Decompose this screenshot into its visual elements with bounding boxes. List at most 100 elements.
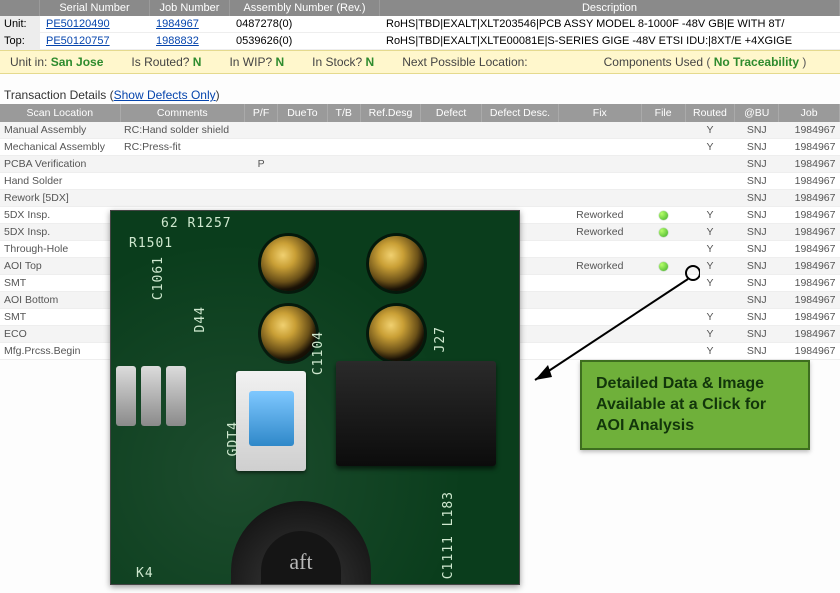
table-cell: [641, 139, 685, 156]
pcb-silkscreen: GDT4: [226, 421, 241, 456]
pcb-silkscreen: J27: [433, 326, 448, 352]
col-fix: Fix: [559, 104, 642, 122]
table-cell: [481, 139, 558, 156]
table-cell: [360, 139, 421, 156]
col-scan: Scan Location: [0, 104, 120, 122]
table-cell: [685, 173, 735, 190]
job-link[interactable]: 1988832: [156, 35, 199, 47]
table-cell: [421, 122, 482, 139]
assembly-cell: 0487278(0): [230, 16, 380, 33]
pcb-component: [336, 361, 496, 466]
col-dd: Defect Desc.: [481, 104, 558, 122]
pcb-image[interactable]: aft 62 R1257 C1061 R1501 D44 C1104 J27 G…: [110, 210, 520, 585]
col-file: File: [641, 104, 685, 122]
table-cell: Mfg.Prcss.Begin: [0, 343, 120, 360]
pcb-component-body: [249, 391, 294, 446]
table-cell: [641, 241, 685, 258]
table-cell: PCBA Verification: [0, 156, 120, 173]
table-cell: 1984967: [779, 292, 840, 309]
job-link-cell: 1988832: [150, 33, 230, 50]
table-cell: [327, 122, 360, 139]
header-table: Serial Number Job Number Assembly Number…: [0, 0, 840, 50]
table-cell: 1984967: [779, 122, 840, 139]
paren-close: ): [802, 55, 806, 69]
header-col-desc: Description: [380, 0, 840, 16]
table-cell: Y: [685, 139, 735, 156]
show-defects-link[interactable]: Show Defects Only: [114, 88, 216, 102]
table-cell: SNJ: [735, 207, 779, 224]
serial-link-cell: PE50120757: [40, 33, 150, 50]
table-row[interactable]: Rework [5DX]SNJ1984967: [0, 190, 840, 207]
routed-label: Is Routed?: [131, 55, 189, 69]
table-cell: SNJ: [735, 241, 779, 258]
col-job: Job: [779, 104, 840, 122]
table-cell: [641, 207, 685, 224]
table-cell: Mechanical Assembly: [0, 139, 120, 156]
table-cell: [641, 275, 685, 292]
table-cell: 1984967: [779, 275, 840, 292]
table-cell: [360, 122, 421, 139]
table-row[interactable]: PCBA VerificationPSNJ1984967: [0, 156, 840, 173]
table-row[interactable]: Hand SolderSNJ1984967: [0, 173, 840, 190]
table-cell: [641, 224, 685, 241]
callout-text: Detailed Data & Image Available at a Cli…: [596, 375, 766, 434]
table-cell: Hand Solder: [0, 173, 120, 190]
table-cell: SNJ: [735, 139, 779, 156]
table-cell: Rework [5DX]: [0, 190, 120, 207]
pcb-connector-pin: [166, 366, 186, 426]
table-cell: [120, 156, 245, 173]
table-cell: [559, 309, 642, 326]
status-dot-icon[interactable]: [659, 228, 668, 237]
next-loc-label: Next Possible Location:: [402, 55, 527, 69]
header-col-job: Job Number: [150, 0, 230, 16]
table-cell: [685, 156, 735, 173]
transaction-title: Transaction Details (Show Defects Only): [4, 88, 840, 102]
wip-label: In WIP?: [229, 55, 272, 69]
job-link[interactable]: 1984967: [156, 18, 199, 30]
header-col-serial: Serial Number: [40, 0, 150, 16]
table-cell: [685, 190, 735, 207]
table-cell: [481, 190, 558, 207]
table-cell: [559, 292, 642, 309]
stock-value: N: [366, 55, 375, 69]
table-cell: [641, 343, 685, 360]
status-dot-icon[interactable]: [659, 211, 668, 220]
table-cell: 1984967: [779, 309, 840, 326]
serial-link[interactable]: PE50120490: [46, 18, 110, 30]
table-cell: SNJ: [735, 309, 779, 326]
table-row[interactable]: Manual AssemblyRC:Hand solder shieldYSNJ…: [0, 122, 840, 139]
components-used-value: No Traceability: [714, 55, 799, 69]
table-cell: SMT: [0, 309, 120, 326]
table-cell: [481, 122, 558, 139]
table-cell: [421, 139, 482, 156]
table-cell: [641, 122, 685, 139]
table-cell: [685, 292, 735, 309]
pcb-silkscreen: C1104: [311, 331, 326, 375]
table-cell: [641, 173, 685, 190]
transaction-title-suffix: ): [216, 88, 220, 102]
table-cell: AOI Bottom: [0, 292, 120, 309]
table-cell: RC:Hand solder shield: [120, 122, 245, 139]
pcb-silkscreen: D44: [193, 306, 208, 332]
header-row-label: Unit:: [0, 16, 40, 33]
serial-link[interactable]: PE50120757: [46, 35, 110, 47]
pcb-pad: [369, 236, 424, 291]
job-link-cell: 1984967: [150, 16, 230, 33]
col-comments: Comments: [120, 104, 245, 122]
table-cell: SNJ: [735, 326, 779, 343]
table-cell: SNJ: [735, 190, 779, 207]
pcb-connector-pin: [116, 366, 136, 426]
col-tb: T/B: [327, 104, 360, 122]
table-cell: Reworked: [559, 258, 642, 275]
table-cell: 1984967: [779, 224, 840, 241]
status-dot-icon[interactable]: [659, 262, 668, 271]
table-cell: 1984967: [779, 139, 840, 156]
table-cell: [559, 156, 642, 173]
table-row[interactable]: Mechanical AssemblyRC:Press-fitYSNJ19849…: [0, 139, 840, 156]
table-cell: [245, 139, 278, 156]
table-cell: 5DX Insp.: [0, 207, 120, 224]
assembly-cell: 0539626(0): [230, 33, 380, 50]
table-cell: [327, 173, 360, 190]
table-cell: 1984967: [779, 326, 840, 343]
callout-box: Detailed Data & Image Available at a Cli…: [580, 360, 810, 450]
